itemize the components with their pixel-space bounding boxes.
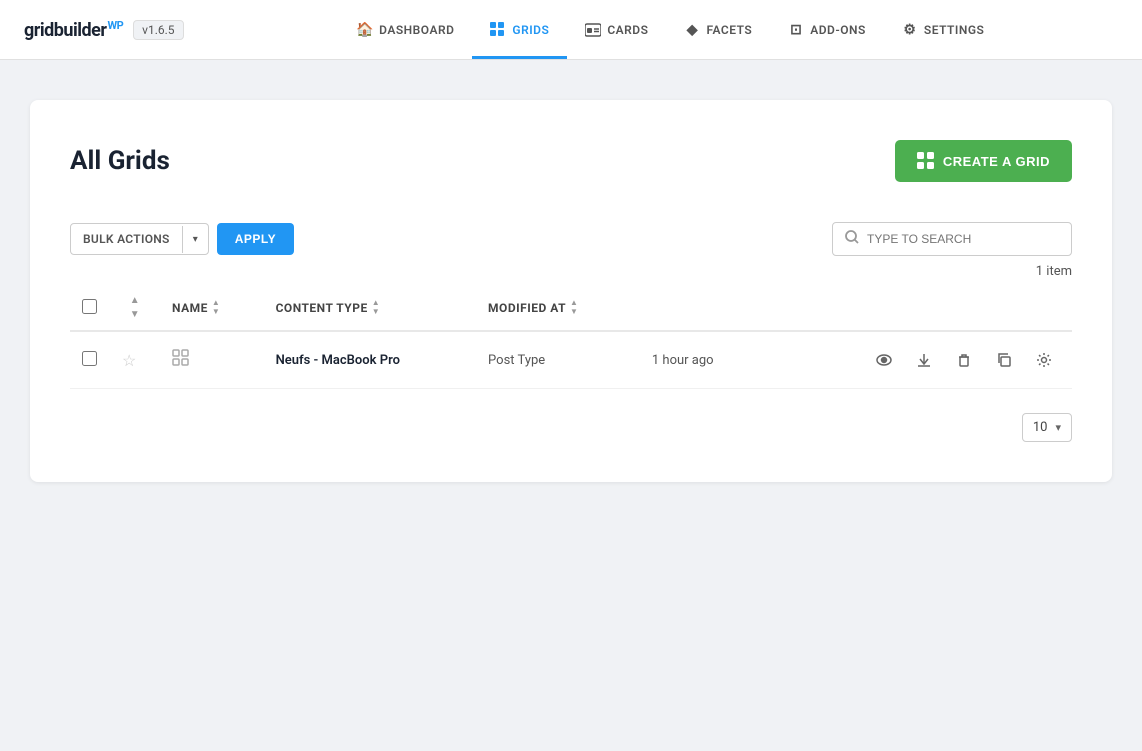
per-page-value: 10: [1033, 420, 1048, 435]
modified-sort-icon[interactable]: ▲▼: [570, 299, 578, 316]
grid-layout-icon[interactable]: [172, 351, 189, 371]
create-grid-button[interactable]: CREATE A GRID: [895, 140, 1072, 182]
per-page-arrow-icon[interactable]: ▾: [1055, 421, 1061, 434]
row-name: Neufs - MacBook Pro: [264, 331, 476, 389]
select-all-checkbox[interactable]: [82, 299, 97, 314]
nav-item-settings[interactable]: ⚙ SETTINGS: [884, 0, 1003, 59]
grids-table: ▲ ▼ NAME ▲▼ CONT: [70, 285, 1072, 389]
row-modified-at: 1 hour ago: [640, 331, 763, 389]
main-nav: 🏠 DASHBOARD GRIDS: [224, 0, 1118, 59]
settings-row-icon[interactable]: [1028, 344, 1060, 376]
content-type-sort-icon[interactable]: ▲▼: [372, 299, 380, 316]
row-checkbox-cell: [70, 331, 110, 389]
modified-at-column-header: MODIFIED AT ▲▼: [476, 285, 640, 331]
select-all-column: [70, 285, 110, 331]
bulk-actions-arrow-icon[interactable]: ▾: [182, 226, 208, 253]
toolbar-left: BULK ACTIONS ▾ APPLY: [70, 223, 294, 255]
page-title: All Grids: [70, 146, 170, 176]
bulk-actions-label: BULK ACTIONS: [71, 224, 182, 254]
item-count: 1 item: [70, 264, 1072, 279]
search-icon: [845, 230, 859, 248]
download-icon[interactable]: [908, 344, 940, 376]
pagination-bar: 10 ▾: [70, 413, 1072, 442]
search-box[interactable]: [832, 222, 1072, 256]
nav-item-facets[interactable]: ◆ FACETS: [666, 0, 770, 59]
star-icon[interactable]: ☆: [122, 351, 136, 370]
create-grid-icon: [917, 152, 935, 170]
facets-icon: ◆: [684, 22, 700, 38]
addons-icon: ⊡: [788, 22, 804, 38]
content-type-column-header: CONTENT TYPE ▲▼: [264, 285, 476, 331]
name-column-header: NAME ▲▼: [160, 285, 264, 331]
name-sort-icon[interactable]: ▲▼: [212, 299, 220, 316]
nav-item-cards[interactable]: CARDS: [567, 0, 666, 59]
table-row: ☆ Neufs - MacBook Pro Post Type 1 hour a…: [70, 331, 1072, 389]
logo: gridbuilderWP: [24, 19, 123, 41]
sort-up-icon[interactable]: ▲: [130, 295, 140, 306]
row-star-cell: ☆: [110, 331, 160, 389]
delete-icon[interactable]: [948, 344, 980, 376]
row-content-type: Post Type: [476, 331, 640, 389]
row-checkbox[interactable]: [82, 351, 97, 366]
grids-icon: [490, 22, 506, 38]
actions-column-header: [640, 285, 763, 331]
per-page-select[interactable]: 10 ▾: [1022, 413, 1072, 442]
row-grid-icon-cell: [160, 331, 264, 389]
version-badge: v1.6.5: [133, 20, 183, 40]
view-icon[interactable]: [868, 344, 900, 376]
nav-item-dashboard[interactable]: 🏠 DASHBOARD: [339, 0, 472, 59]
sort-arrows-column: ▲ ▼: [110, 285, 160, 331]
duplicate-icon[interactable]: [988, 344, 1020, 376]
search-input[interactable]: [867, 232, 1059, 246]
logo-area: gridbuilderWP v1.6.5: [24, 19, 184, 41]
sort-down-icon[interactable]: ▼: [130, 309, 140, 320]
table-header: ▲ ▼ NAME ▲▼ CONT: [70, 285, 1072, 331]
row-actions-cell: [763, 331, 1072, 389]
apply-button[interactable]: APPLY: [217, 223, 294, 255]
bulk-actions-dropdown[interactable]: BULK ACTIONS ▾: [70, 223, 209, 255]
content-card: All Grids CREATE A GRID BULK ACTIONS ▾ A…: [30, 100, 1112, 482]
toolbar: BULK ACTIONS ▾ APPLY: [70, 222, 1072, 256]
main-wrapper: All Grids CREATE A GRID BULK ACTIONS ▾ A…: [0, 60, 1142, 751]
settings-icon: ⚙: [902, 22, 918, 38]
page-header: All Grids CREATE A GRID: [70, 140, 1072, 182]
nav-item-grids[interactable]: GRIDS: [472, 0, 567, 59]
table-body: ☆ Neufs - MacBook Pro Post Type 1 hour a…: [70, 331, 1072, 389]
cards-icon: [585, 22, 601, 38]
dashboard-icon: 🏠: [357, 22, 373, 38]
header: gridbuilderWP v1.6.5 🏠 DASHBOARD GRIDS: [0, 0, 1142, 60]
nav-item-addons[interactable]: ⊡ ADD-ONS: [770, 0, 884, 59]
